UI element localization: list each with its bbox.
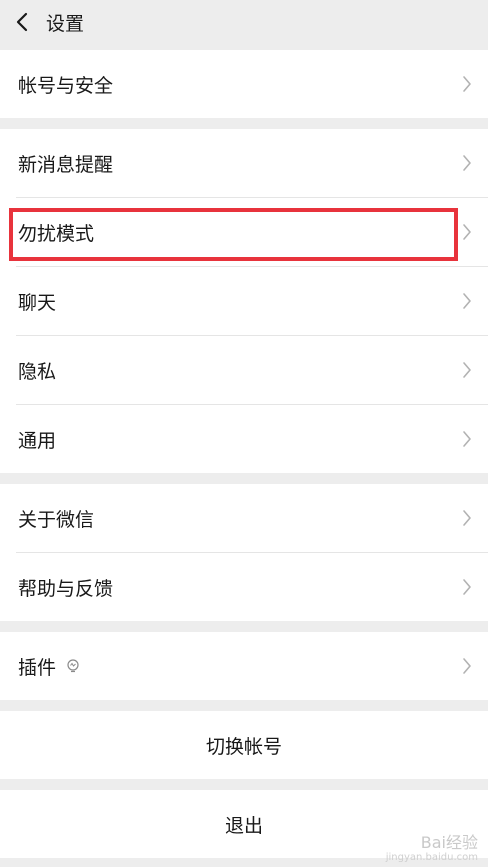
watermark-text: Bai经验 [420, 833, 478, 853]
settings-item-about-wechat[interactable]: 关于微信 [0, 484, 488, 552]
settings-item-help-feedback[interactable]: 帮助与反馈 [0, 553, 488, 621]
settings-item-plugins[interactable]: 插件 [0, 632, 488, 700]
settings-group-about: 关于微信 帮助与反馈 [0, 484, 488, 621]
settings-item-general[interactable]: 通用 [0, 405, 488, 473]
switch-account-button[interactable]: 切换帐号 [0, 711, 488, 779]
settings-group-account: 帐号与安全 [0, 50, 488, 118]
settings-item-label: 帮助与反馈 [18, 577, 114, 600]
settings-group-general: 新消息提醒 勿扰模式 聊天 隐私 通用 [0, 129, 488, 473]
chevron-right-icon [463, 76, 471, 92]
settings-item-account-security[interactable]: 帐号与安全 [0, 50, 488, 118]
settings-group-plugins: 插件 [0, 632, 488, 700]
chevron-left-icon [16, 12, 28, 32]
navigation-bar: 设置 [0, 0, 488, 44]
chevron-right-icon [463, 155, 471, 171]
settings-item-label-wrap: 插件 [18, 653, 80, 680]
watermark-subtext: jingyan.baidu.com [385, 852, 478, 863]
settings-item-label: 关于微信 [18, 508, 95, 531]
chevron-right-icon [463, 510, 471, 526]
settings-item-privacy[interactable]: 隐私 [0, 336, 488, 404]
settings-item-label: 聊天 [18, 291, 57, 314]
page-title: 设置 [46, 12, 85, 35]
settings-item-label: 隐私 [18, 360, 57, 383]
settings-item-label: 帐号与安全 [18, 74, 114, 97]
chevron-right-icon [463, 362, 471, 378]
switch-account-label: 切换帐号 [205, 735, 282, 758]
chevron-right-icon [463, 431, 471, 447]
chevron-right-icon [463, 224, 471, 240]
chevron-right-icon [463, 658, 471, 674]
settings-item-do-not-disturb[interactable]: 勿扰模式 [0, 198, 488, 266]
settings-item-label: 新消息提醒 [18, 153, 114, 176]
back-button[interactable] [2, 0, 42, 44]
logout-label: 退出 [224, 814, 263, 837]
settings-item-label: 勿扰模式 [18, 222, 95, 245]
settings-item-label: 通用 [18, 429, 57, 452]
plugin-icon [67, 659, 79, 673]
settings-item-label: 插件 [18, 656, 57, 679]
watermark: Bai经验 jingyan.baidu.com [386, 834, 478, 863]
chevron-right-icon [463, 293, 471, 309]
chevron-right-icon [463, 579, 471, 595]
settings-item-chat[interactable]: 聊天 [0, 267, 488, 335]
settings-item-new-message-notification[interactable]: 新消息提醒 [0, 129, 488, 197]
